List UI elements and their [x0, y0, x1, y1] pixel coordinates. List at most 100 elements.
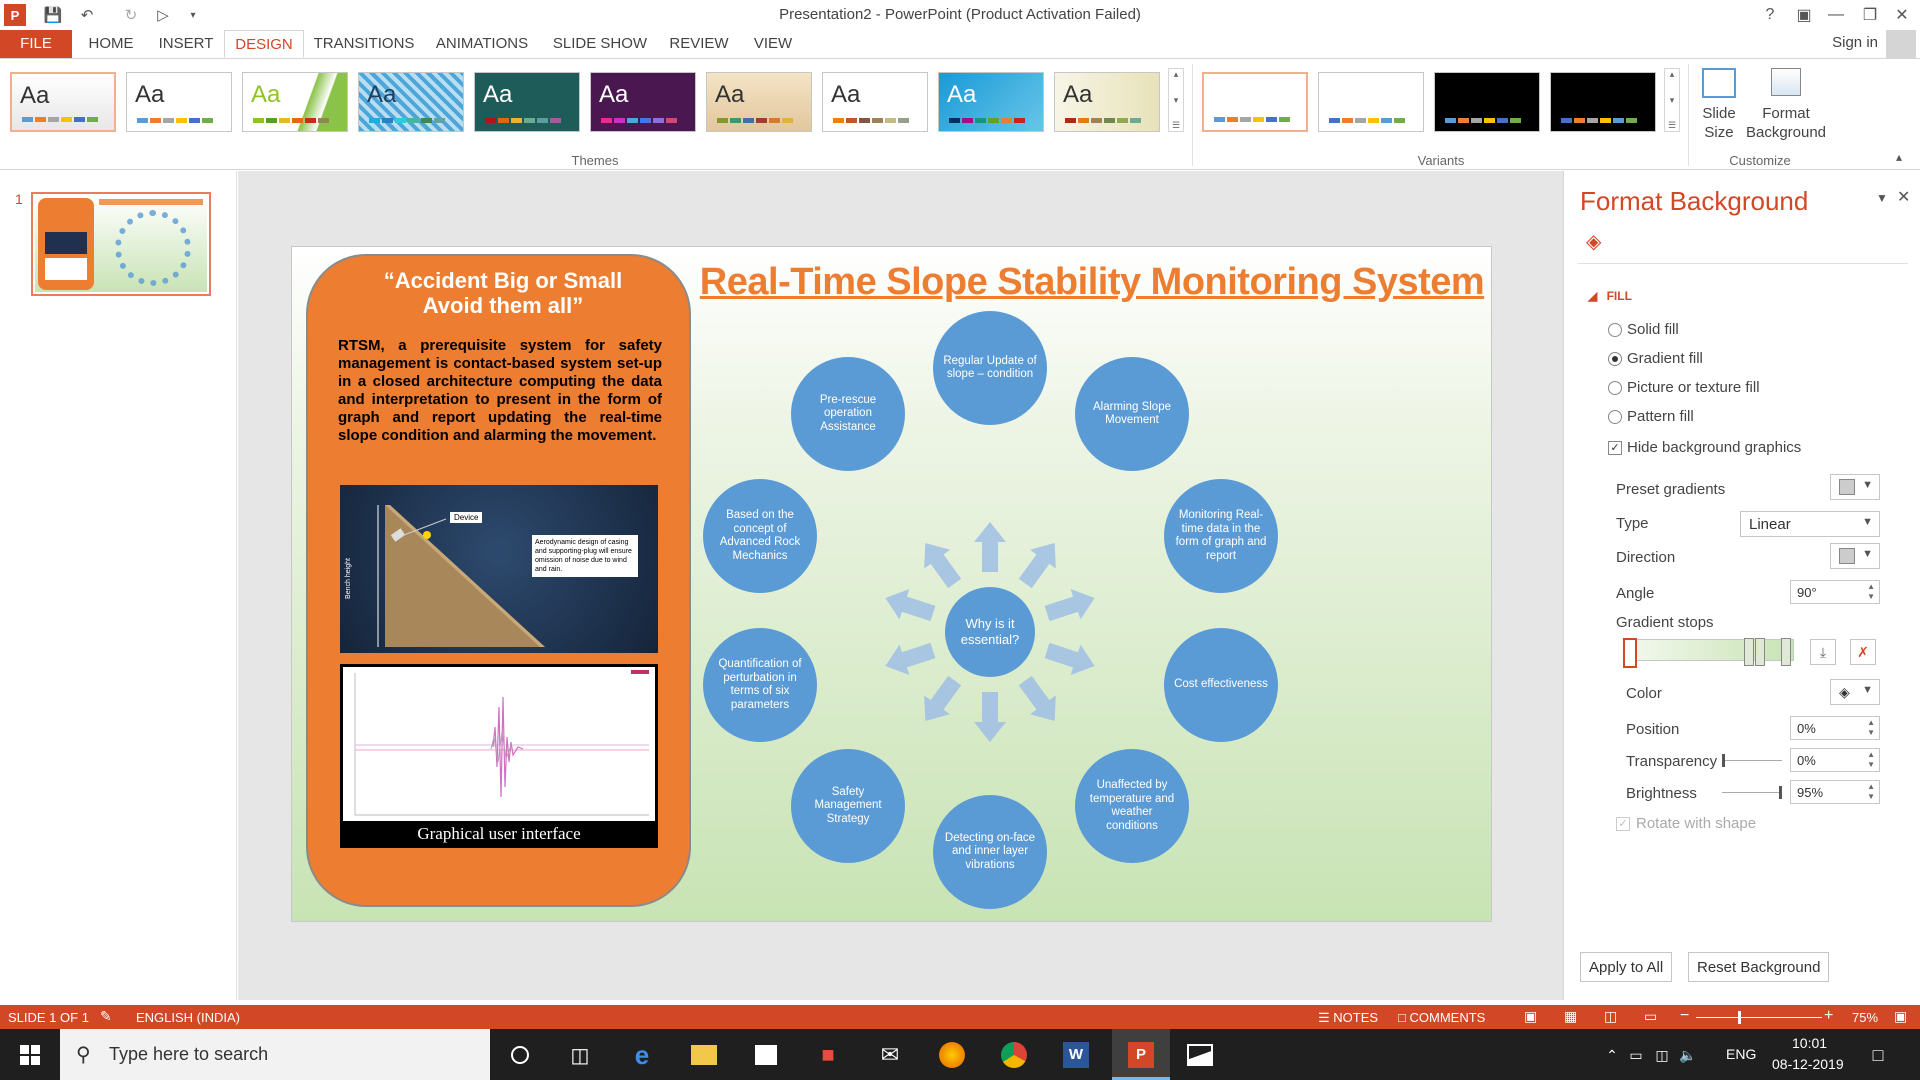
- fill-section-toggle[interactable]: ◢ FILL: [1588, 289, 1632, 303]
- gradient-fill-radio[interactable]: [1608, 352, 1622, 366]
- theme-ion-boardroom[interactable]: Aa: [474, 72, 580, 132]
- gradient-fill-label[interactable]: Gradient fill: [1627, 350, 1703, 367]
- theme-organic[interactable]: Aa: [706, 72, 812, 132]
- remove-gradient-stop-icon[interactable]: ✗: [1850, 639, 1876, 665]
- circle-safety[interactable]: Safety Management Strategy: [791, 749, 905, 863]
- ribbon-display-options-icon[interactable]: ▣: [1790, 4, 1818, 26]
- variants-gallery-scroll[interactable]: ▴ ▾ ☰: [1664, 68, 1680, 132]
- picture-fill-label[interactable]: Picture or texture fill: [1627, 379, 1760, 396]
- color-dropdown[interactable]: ◈ ▼: [1830, 679, 1880, 705]
- pattern-fill-radio[interactable]: [1608, 410, 1622, 424]
- variant-1[interactable]: [1202, 72, 1308, 132]
- slide-sorter-icon[interactable]: ▦: [1564, 1008, 1577, 1025]
- center-circle[interactable]: Why is it essential?: [945, 587, 1035, 677]
- direction-dropdown[interactable]: ▼: [1830, 543, 1880, 569]
- help-button[interactable]: ?: [1756, 4, 1784, 26]
- circle-regular-update[interactable]: Regular Update of slope – condition: [933, 311, 1047, 425]
- brightness-spinner[interactable]: 95% ▲ ▼: [1790, 780, 1880, 804]
- spelling-icon[interactable]: ✎: [100, 1008, 112, 1025]
- windows-start-icon[interactable]: [12, 1037, 48, 1073]
- notifications-icon[interactable]: □: [1860, 1037, 1896, 1073]
- themes-gallery-scroll[interactable]: ▴ ▾ ☰: [1168, 68, 1184, 132]
- solid-fill-radio[interactable]: [1608, 323, 1622, 337]
- variant-4[interactable]: [1550, 72, 1656, 132]
- transparency-slider[interactable]: [1722, 754, 1782, 767]
- chrome-icon[interactable]: [996, 1037, 1032, 1073]
- tab-animations[interactable]: ANIMATIONS: [432, 30, 532, 58]
- edge-icon[interactable]: e: [624, 1037, 660, 1073]
- gradient-stop-2[interactable]: [1744, 638, 1754, 666]
- theme-facet[interactable]: Aa: [242, 72, 348, 132]
- slide[interactable]: “Accident Big or Small Avoid them all” R…: [291, 246, 1492, 922]
- brightness-slider[interactable]: [1722, 786, 1782, 799]
- theme-slice[interactable]: Aa: [938, 72, 1044, 132]
- circle-monitoring[interactable]: Monitoring Real-time data in the form of…: [1164, 479, 1278, 593]
- circle-alarming-slope[interactable]: Alarming Slope Movement: [1075, 357, 1189, 471]
- gift-icon[interactable]: ■: [810, 1037, 846, 1073]
- reset-background-button[interactable]: Reset Background: [1688, 952, 1830, 982]
- tab-home[interactable]: HOME: [80, 30, 142, 58]
- theme-office[interactable]: Aa: [10, 72, 116, 132]
- cortana-icon[interactable]: [502, 1037, 538, 1073]
- hide-graphics-label[interactable]: Hide background graphics: [1627, 439, 1801, 456]
- transparency-slider-thumb[interactable]: [1722, 754, 1725, 767]
- circle-pre-rescue[interactable]: Pre-rescue operation Assistance: [791, 357, 905, 471]
- avatar[interactable]: [1886, 30, 1916, 58]
- slideshow-view-icon[interactable]: ▭: [1644, 1008, 1657, 1025]
- brightness-slider-thumb[interactable]: [1779, 786, 1782, 799]
- gradient-stops-bar[interactable]: [1623, 638, 1794, 668]
- fill-category-icon[interactable]: ◈: [1586, 229, 1601, 254]
- rotate-with-shape-checkbox[interactable]: ✓: [1616, 817, 1630, 831]
- circle-cost[interactable]: Cost effectiveness: [1164, 628, 1278, 742]
- type-dropdown[interactable]: Linear ▼: [1740, 511, 1880, 537]
- tab-view[interactable]: VIEW: [748, 30, 798, 58]
- firefox-icon[interactable]: [934, 1037, 970, 1073]
- volume-icon[interactable]: 🔈: [1670, 1037, 1706, 1073]
- fit-slide-icon[interactable]: ▣: [1894, 1008, 1907, 1025]
- pattern-fill-label[interactable]: Pattern fill: [1627, 408, 1694, 425]
- theme-integral[interactable]: Aa: [358, 72, 464, 132]
- variant-3[interactable]: [1434, 72, 1540, 132]
- gradient-stop-1[interactable]: [1623, 638, 1637, 668]
- preset-gradients-dropdown[interactable]: ▼: [1830, 474, 1880, 500]
- collapse-ribbon-icon[interactable]: ▴: [1896, 150, 1902, 164]
- angle-spinner[interactable]: 90° ▲ ▼: [1790, 580, 1880, 604]
- sign-in-link[interactable]: Sign in: [1832, 34, 1878, 51]
- theme-wisp[interactable]: Aa: [1054, 72, 1160, 132]
- zoom-in-icon[interactable]: +: [1824, 1007, 1833, 1025]
- theme-retrospect[interactable]: Aa: [822, 72, 928, 132]
- theme-office-theme-2[interactable]: Aa: [126, 72, 232, 132]
- circle-rock-mechanics[interactable]: Based on the concept of Advanced Rock Me…: [703, 479, 817, 593]
- zoom-slider[interactable]: [1696, 1011, 1822, 1024]
- circle-unaffected[interactable]: Unaffected by temperature and weather co…: [1075, 749, 1189, 863]
- powerpoint-taskbar-icon[interactable]: P: [1123, 1037, 1159, 1073]
- tab-design[interactable]: DESIGN: [224, 30, 304, 58]
- gradient-stop-4[interactable]: [1781, 638, 1791, 666]
- input-language[interactable]: ENG: [1726, 1046, 1756, 1062]
- comments-button[interactable]: □ COMMENTS: [1398, 1010, 1485, 1025]
- task-view-icon[interactable]: ◫: [562, 1037, 598, 1073]
- clock-date[interactable]: 08-12-2019: [1772, 1056, 1844, 1072]
- photos-icon[interactable]: [1182, 1037, 1218, 1073]
- tab-transitions[interactable]: TRANSITIONS: [312, 30, 416, 58]
- hide-graphics-checkbox[interactable]: ✓: [1608, 441, 1622, 455]
- minimize-icon[interactable]: —: [1822, 4, 1850, 26]
- transparency-spinner[interactable]: 0% ▲ ▼: [1790, 748, 1880, 772]
- zoom-level[interactable]: 75%: [1852, 1010, 1878, 1025]
- position-spinner[interactable]: 0% ▲ ▼: [1790, 716, 1880, 740]
- circle-quantification[interactable]: Quantification of perturbation in terms …: [703, 628, 817, 742]
- circle-detecting[interactable]: Detecting on-face and inner layer vibrat…: [933, 795, 1047, 909]
- zoom-slider-thumb[interactable]: [1738, 1011, 1741, 1024]
- picture-fill-radio[interactable]: [1608, 381, 1622, 395]
- reading-view-icon[interactable]: ◫: [1604, 1008, 1617, 1025]
- pane-close-icon[interactable]: ✕: [1897, 187, 1910, 207]
- variant-2[interactable]: [1318, 72, 1424, 132]
- format-background-button[interactable]: Format Background: [1744, 68, 1828, 142]
- tab-review[interactable]: REVIEW: [664, 30, 734, 58]
- gradient-stop-3[interactable]: [1755, 638, 1765, 666]
- tab-slide-show[interactable]: SLIDE SHOW: [548, 30, 652, 58]
- file-explorer-icon[interactable]: [686, 1037, 722, 1073]
- tab-insert[interactable]: INSERT: [152, 30, 220, 58]
- taskbar-search-box[interactable]: ⚲ Type here to search: [60, 1029, 490, 1080]
- theme-ion[interactable]: Aa: [590, 72, 696, 132]
